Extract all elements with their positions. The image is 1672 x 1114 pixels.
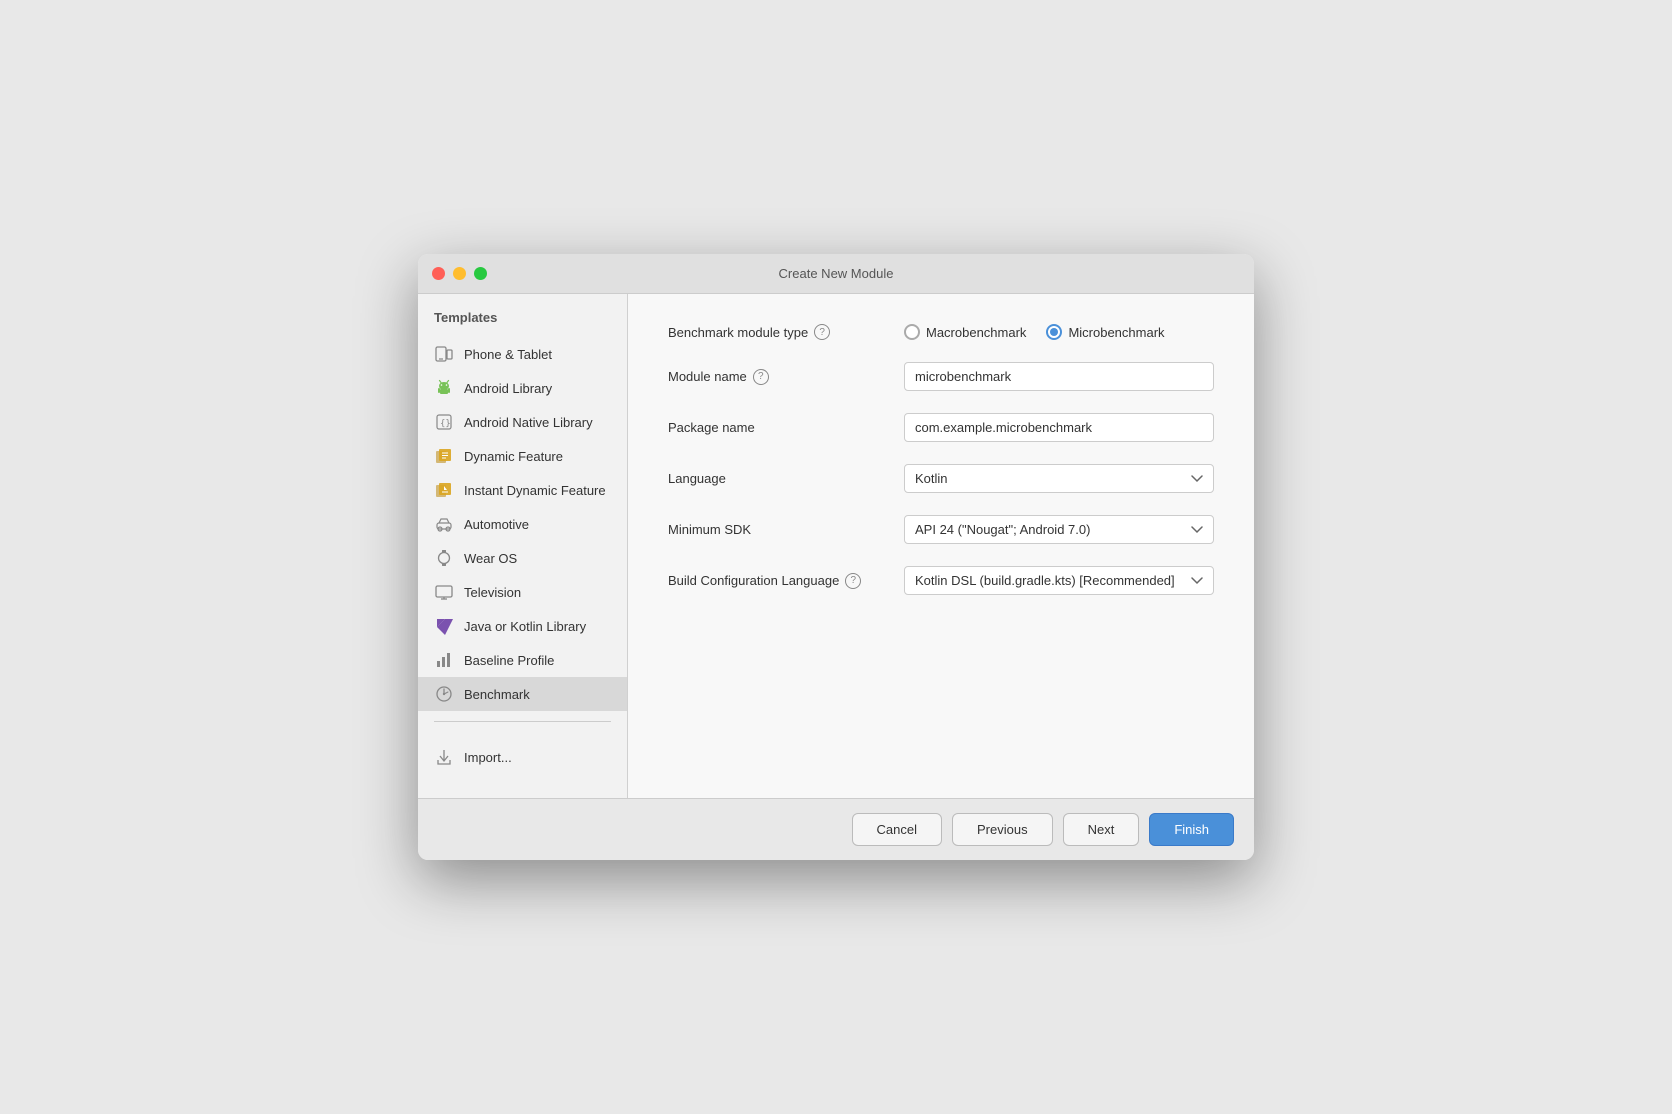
sidebar-items-list: Phone & Tablet	[418, 337, 627, 711]
phone-tablet-icon	[434, 344, 454, 364]
sidebar: Templates Phone & Tablet	[418, 294, 628, 798]
television-icon	[434, 582, 454, 602]
close-button[interactable]	[432, 267, 445, 280]
sidebar-divider	[434, 721, 611, 722]
title-bar: Create New Module	[418, 254, 1254, 294]
build-config-language-help-icon[interactable]: ?	[845, 573, 861, 589]
minimum-sdk-label: Minimum SDK	[668, 522, 888, 537]
sidebar-item-phone-tablet-label: Phone & Tablet	[464, 347, 552, 362]
wear-os-icon	[434, 548, 454, 568]
sidebar-item-import[interactable]: Import...	[418, 740, 627, 774]
dialog-footer: Cancel Previous Next Finish	[418, 798, 1254, 860]
import-icon	[434, 747, 454, 767]
microbenchmark-radio[interactable]: Microbenchmark	[1046, 324, 1164, 340]
module-name-help-icon[interactable]: ?	[753, 369, 769, 385]
sidebar-item-benchmark-label: Benchmark	[464, 687, 530, 702]
macrobenchmark-radio-circle	[904, 324, 920, 340]
sidebar-item-baseline-profile[interactable]: Baseline Profile	[418, 643, 627, 677]
build-config-language-select[interactable]: Kotlin DSL (build.gradle.kts) [Recommend…	[904, 566, 1214, 595]
language-select[interactable]: Kotlin Java	[904, 464, 1214, 493]
sidebar-bottom: Import...	[418, 732, 627, 782]
sidebar-item-automotive-label: Automotive	[464, 517, 529, 532]
next-button[interactable]: Next	[1063, 813, 1140, 846]
sidebar-item-android-native-library[interactable]: {} Android Native Library	[418, 405, 627, 439]
microbenchmark-label: Microbenchmark	[1068, 325, 1164, 340]
create-new-module-dialog: Create New Module Templates Phone & Tabl…	[418, 254, 1254, 860]
module-name-input[interactable]	[904, 362, 1214, 391]
sidebar-item-baseline-profile-label: Baseline Profile	[464, 653, 554, 668]
sidebar-item-phone-tablet[interactable]: Phone & Tablet	[418, 337, 627, 371]
sidebar-item-android-native-label: Android Native Library	[464, 415, 593, 430]
android-native-icon: {}	[434, 412, 454, 432]
build-config-language-row: Build Configuration Language ? Kotlin DS…	[668, 566, 1214, 595]
microbenchmark-radio-circle	[1046, 324, 1062, 340]
benchmark-module-type-help-icon[interactable]: ?	[814, 324, 830, 340]
minimum-sdk-row: Minimum SDK API 24 ("Nougat"; Android 7.…	[668, 515, 1214, 544]
benchmark-icon	[434, 684, 454, 704]
dialog-title: Create New Module	[779, 266, 894, 281]
baseline-profile-icon	[434, 650, 454, 670]
macrobenchmark-label: Macrobenchmark	[926, 325, 1026, 340]
sidebar-item-dynamic-feature-label: Dynamic Feature	[464, 449, 563, 464]
sidebar-item-java-kotlin-library-label: Java or Kotlin Library	[464, 619, 586, 634]
kotlin-icon	[434, 616, 454, 636]
sidebar-heading: Templates	[418, 310, 627, 337]
sidebar-item-import-label: Import...	[464, 750, 512, 765]
android-library-icon	[434, 378, 454, 398]
package-name-row: Package name	[668, 413, 1214, 442]
sidebar-item-television[interactable]: Television	[418, 575, 627, 609]
benchmark-module-type-row: Benchmark module type ? Macrobenchmark M…	[668, 324, 1214, 340]
sidebar-item-instant-dynamic-feature-label: Instant Dynamic Feature	[464, 483, 606, 498]
build-config-language-label: Build Configuration Language ?	[668, 573, 888, 589]
language-row: Language Kotlin Java	[668, 464, 1214, 493]
benchmark-module-type-radio-group: Macrobenchmark Microbenchmark	[904, 324, 1165, 340]
module-name-label: Module name ?	[668, 369, 888, 385]
module-name-row: Module name ?	[668, 362, 1214, 391]
microbenchmark-radio-inner	[1050, 328, 1058, 336]
sidebar-item-android-library[interactable]: Android Library	[418, 371, 627, 405]
sidebar-item-instant-dynamic-feature[interactable]: Instant Dynamic Feature	[418, 473, 627, 507]
macrobenchmark-radio[interactable]: Macrobenchmark	[904, 324, 1026, 340]
maximize-button[interactable]	[474, 267, 487, 280]
minimum-sdk-select[interactable]: API 24 ("Nougat"; Android 7.0) API 21 ("…	[904, 515, 1214, 544]
sidebar-item-android-library-label: Android Library	[464, 381, 552, 396]
benchmark-module-type-label: Benchmark module type ?	[668, 324, 888, 340]
instant-dynamic-icon	[434, 480, 454, 500]
package-name-input[interactable]	[904, 413, 1214, 442]
sidebar-item-benchmark[interactable]: Benchmark	[418, 677, 627, 711]
dialog-body: Templates Phone & Tablet	[418, 294, 1254, 798]
language-label: Language	[668, 471, 888, 486]
sidebar-item-wear-os-label: Wear OS	[464, 551, 517, 566]
sidebar-item-wear-os[interactable]: Wear OS	[418, 541, 627, 575]
previous-button[interactable]: Previous	[952, 813, 1053, 846]
sidebar-item-java-kotlin-library[interactable]: Java or Kotlin Library	[418, 609, 627, 643]
window-controls	[432, 267, 487, 280]
svg-text:{}: {}	[440, 419, 451, 429]
package-name-label: Package name	[668, 420, 888, 435]
cancel-button[interactable]: Cancel	[852, 813, 942, 846]
finish-button[interactable]: Finish	[1149, 813, 1234, 846]
sidebar-item-automotive[interactable]: Automotive	[418, 507, 627, 541]
automotive-icon	[434, 514, 454, 534]
sidebar-item-television-label: Television	[464, 585, 521, 600]
form-content: Benchmark module type ? Macrobenchmark M…	[628, 294, 1254, 798]
dynamic-feature-icon	[434, 446, 454, 466]
sidebar-item-dynamic-feature[interactable]: Dynamic Feature	[418, 439, 627, 473]
minimize-button[interactable]	[453, 267, 466, 280]
